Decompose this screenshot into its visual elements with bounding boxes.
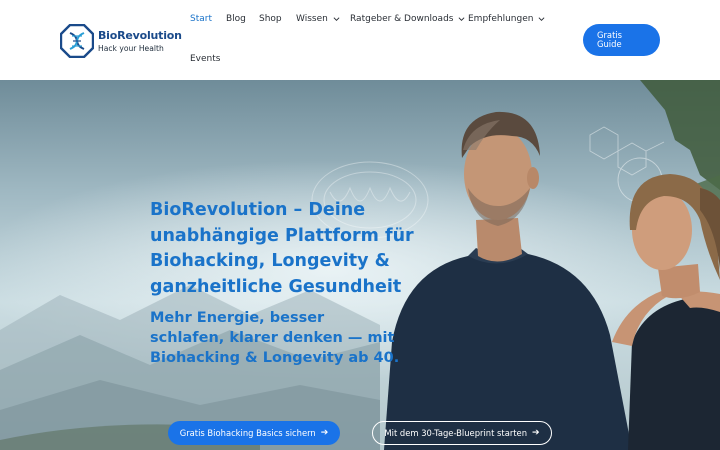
hero-title: BioRevolution – Deine unabhängige Plattf… [150,200,414,297]
nav-wissen[interactable]: Wissen [296,14,340,24]
nav-shop-label: Shop [259,14,282,24]
nav-events-label: Events [190,54,221,64]
biohacking-basics-label: Gratis Biohacking Basics sichern [179,428,316,438]
logo-dna-icon [60,24,94,58]
nav-start[interactable]: Start [190,14,212,24]
gratis-guide-line2: Guide [597,39,622,49]
nav-empfehlungen-label: Empfehlungen [468,14,534,24]
logo-tagline: Hack your Health [98,43,164,53]
nav-wissen-label: Wissen [296,14,328,24]
chevron-down-icon [459,17,465,21]
arrow-right-icon: ➔ [532,428,540,438]
nav-ratgeber-label: Ratgeber & Downloads [350,14,454,24]
biohacking-basics-button[interactable]: Gratis Biohacking Basics sichern ➔ [168,421,340,445]
chevron-down-icon [333,17,340,21]
blueprint-button[interactable]: Mit dem 30-Tage-Blueprint starten ➔ [372,421,552,445]
hero-subtitle: Mehr Energie, besser schlafen, klarer de… [150,310,400,366]
nav-empfehlungen[interactable]: Empfehlungen [468,14,545,24]
gratis-guide-button[interactable]: Gratis Guide [583,24,660,56]
nav-events[interactable]: Events [190,54,220,64]
chevron-down-icon [538,17,545,21]
nav-blog[interactable]: Blog [226,14,246,24]
nav-ratgeber-downloads[interactable]: Ratgeber & Downloads [350,14,465,24]
hero-section: BioRevolution – Deine unabhängige Plattf… [0,80,720,450]
arrow-right-icon: ➔ [320,428,329,438]
blueprint-label: Mit dem 30-Tage-Blueprint starten [384,428,528,438]
nav-shop[interactable]: Shop [259,14,282,24]
nav-blog-label: Blog [226,14,246,24]
logo-name: BioRevolution [98,28,182,42]
nav-start-label: Start [190,14,212,24]
site-header: BioRevolution Hack your Health Start Blo… [0,0,720,80]
site-logo[interactable]: BioRevolution Hack your Health [60,22,182,60]
